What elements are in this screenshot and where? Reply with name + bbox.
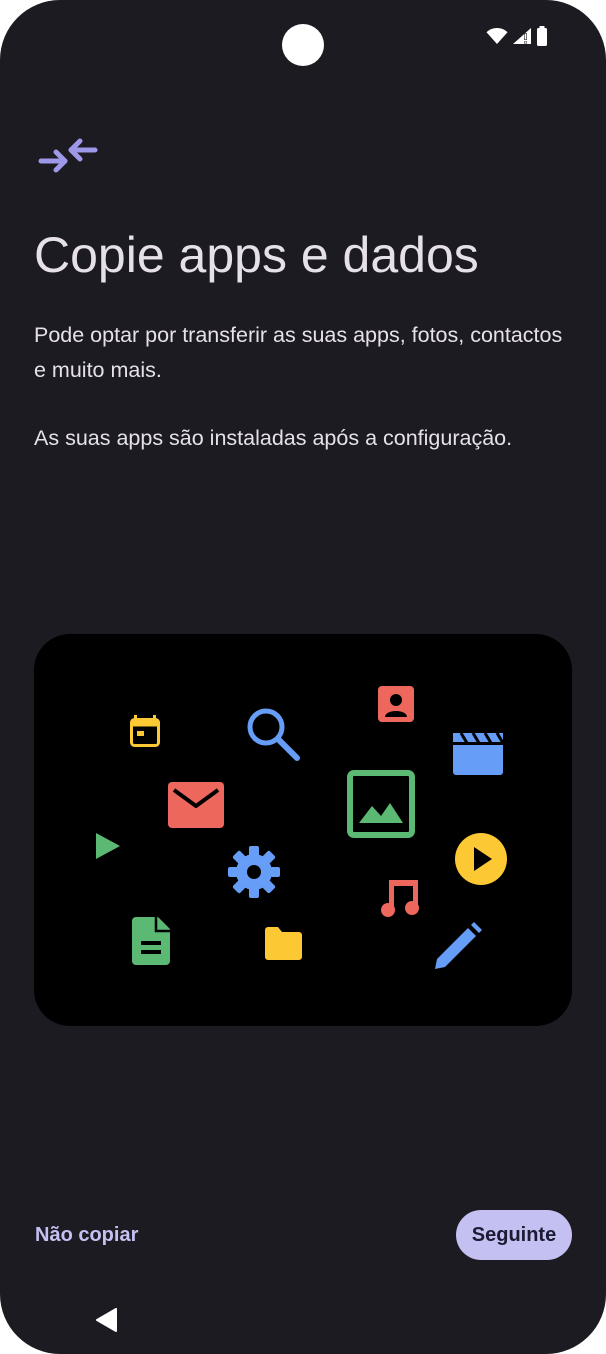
battery-icon [537, 26, 547, 46]
music-note-icon [381, 880, 419, 917]
apps-illustration [34, 634, 572, 1026]
next-button[interactable]: Seguinte [456, 1210, 572, 1260]
status-bar [486, 26, 548, 46]
transfer-arrows-icon [38, 138, 98, 173]
page-title: Copie apps e dados [34, 227, 479, 283]
wifi-icon [486, 28, 508, 44]
video-clapper-icon [453, 733, 503, 775]
signal-alert-icon [513, 28, 531, 44]
search-icon [247, 708, 300, 761]
skip-copy-button[interactable]: Não copiar [20, 1210, 153, 1260]
contact-icon [378, 686, 414, 722]
play-icon [96, 833, 120, 859]
image-icon [347, 770, 415, 838]
calendar-icon [130, 715, 160, 747]
document-icon [132, 917, 170, 965]
settings-gear-icon [228, 846, 280, 898]
folder-icon [265, 927, 302, 960]
mail-icon [168, 782, 224, 828]
back-triangle-icon [96, 1308, 117, 1332]
front-camera [282, 24, 324, 66]
description-paragraph: Pode optar por transferir as suas apps, … [34, 323, 563, 382]
nav-back-button[interactable] [86, 1300, 126, 1340]
phone-screen: Copie apps e dados Pode optar por transf… [0, 0, 606, 1354]
info-paragraph: As suas apps são instaladas após a confi… [34, 426, 513, 450]
edit-pencil-icon [435, 922, 482, 969]
play-circle-icon [455, 833, 507, 885]
